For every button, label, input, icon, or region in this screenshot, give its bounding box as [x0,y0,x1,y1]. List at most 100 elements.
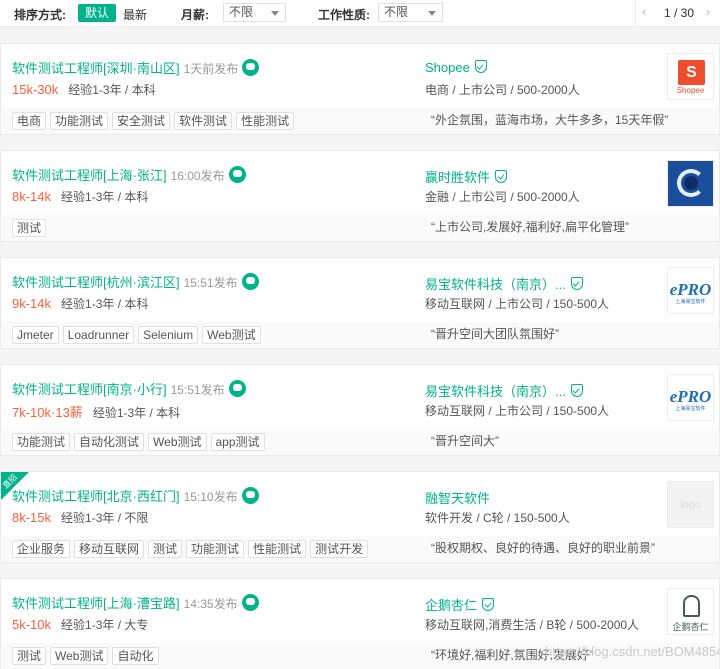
verified-shield-icon [482,598,495,612]
tag-list: 功能测试 自动化测试 Web测试 app测试 [12,433,269,451]
chat-icon[interactable] [241,487,259,505]
tag[interactable]: Web测试 [148,433,207,451]
tag[interactable]: 软件测试 [174,112,233,130]
tag[interactable]: Web测试 [50,647,109,665]
job-location[interactable]: [北京·西红门] [103,489,180,504]
tag[interactable]: Loadrunner [62,326,135,344]
job-title[interactable]: 软件测试工程师 [12,489,103,504]
job-title-row: 软件测试工程师[深圳·南山区] 1天前发布 [12,58,260,78]
salary-row: 9k-14k 经验1-3年 / 本科 [12,295,148,312]
job-card[interactable]: 软件测试工程师[深圳·南山区] 1天前发布 15k-30k 经验1-3年 / 本科 … [0,43,720,135]
job-location[interactable]: [上海·漕宝路] [103,596,180,611]
tag[interactable]: 电商 [12,112,47,130]
job-title-row: 软件测试工程师[上海·漕宝路] 14:35发布 [12,593,259,613]
logo-letter: S [686,64,697,81]
publish-time: 16:00发布 [170,169,225,183]
job-title[interactable]: 软件测试工程师 [12,61,103,76]
job-location[interactable]: [南京·小行] [103,382,167,397]
pager-text: 1 / 30 [664,6,695,20]
company-name[interactable]: Shopee [425,60,470,75]
tag[interactable]: 测试 [12,647,47,665]
tag[interactable]: Jmeter [12,326,59,344]
salary-select[interactable]: 不限 [223,3,286,22]
tag[interactable]: 自动化测试 [74,433,145,451]
jobtype-select[interactable]: 不限 [378,3,443,22]
sort-default-button[interactable]: 默认 [78,4,116,22]
tag[interactable]: 测试 [148,540,183,558]
company-name[interactable]: 融智天软件 [425,491,490,506]
chat-icon[interactable] [242,59,260,77]
job-card[interactable]: 直招 软件测试工程师[北京·西红门] 15:10发布 8k-15k 经验1-3年 /… [0,471,720,563]
pager-prev-icon[interactable]: ‹ [642,4,646,19]
company-logo[interactable]: ePRO 上海易宝软件 [667,374,714,421]
publish-time: 1天前发布 [183,62,239,76]
sort-latest-button[interactable]: 最新 [123,6,147,23]
company-logo[interactable]: S Shopee [667,53,714,100]
job-location[interactable]: [深圳·南山区] [103,61,180,76]
company-logo[interactable]: 企鹅杏仁 [667,588,714,635]
company-info: 移动互联网,消费生活 / B轮 / 500-2000人 [425,618,640,632]
tag-list: 测试 Web测试 自动化 [12,647,163,665]
company-name[interactable]: 易宝软件科技（南京）... [425,277,566,292]
logo-subtext: 上海易宝软件 [675,406,706,412]
tag[interactable]: 性能测试 [248,540,307,558]
logo-text: 企鹅杏仁 [672,622,709,632]
publish-time: 15:10发布 [183,490,238,504]
tag[interactable]: 安全测试 [112,112,171,130]
logo-subtext: 上海易宝软件 [675,299,706,305]
salary-row: 5k-10k 经验1-3年 / 大专 [12,616,148,633]
company-name[interactable]: 易宝软件科技（南京）... [425,384,566,399]
job-title[interactable]: 软件测试工程师 [12,382,103,397]
job-card[interactable]: 软件测试工程师[杭州·滨江区] 15:51发布 9k-14k 经验1-3年 / 本科… [0,257,720,349]
job-location[interactable]: [杭州·滨江区] [103,275,180,290]
salary: 9k-14k [12,296,52,311]
salary-row: 7k-10k·13薪 经验1-3年 / 本科 [12,402,180,421]
company-logo[interactable] [667,160,714,207]
tag[interactable]: 自动化 [112,647,159,665]
tag[interactable]: 功能测试 [186,540,245,558]
company-logo[interactable]: logo [667,481,714,528]
benefit: “股权期权、良好的待遇、良好的职业前景” [431,541,655,555]
tag[interactable]: 测试开发 [310,540,369,558]
job-card[interactable]: 软件测试工程师[南京·小行] 15:51发布 7k-10k·13薪 经验1-3年 /… [0,364,720,456]
tag[interactable]: 测试 [12,219,47,237]
tag[interactable]: app测试 [210,433,265,451]
logo-text: ePRO [669,280,712,299]
pager-next-icon[interactable]: › [706,4,710,19]
job-title[interactable]: 软件测试工程师 [12,596,103,611]
company-logo[interactable]: ePRO 上海易宝软件 [667,267,714,314]
publish-time: 15:51发布 [183,276,238,290]
benefit: “上市公司,发展好,福利好,扁平化管理” [431,220,629,234]
tag-list: 电商 功能测试 安全测试 软件测试 性能测试 [12,112,298,130]
job-title[interactable]: 软件测试工程师 [12,168,103,183]
job-title[interactable]: 软件测试工程师 [12,275,103,290]
verified-shield-icon [474,60,487,74]
job-title-row: 软件测试工程师[杭州·滨江区] 15:51发布 [12,272,259,292]
tag[interactable]: Selenium [138,326,199,344]
company-info: 金融 / 上市公司 / 500-2000人 [425,190,580,204]
tag[interactable]: 功能测试 [12,433,71,451]
requirement: 经验1-3年 / 大专 [61,618,149,632]
benefit: “外企氛围，蓝海市场，大牛多多，15天年假” [431,113,669,127]
job-card[interactable]: 软件测试工程师[上海·张江] 16:00发布 8k-14k 经验1-3年 / 本科 … [0,150,720,242]
tag[interactable]: Web测试 [202,326,261,344]
tag[interactable]: 移动互联网 [74,540,145,558]
publish-time: 15:51发布 [170,383,225,397]
company-name[interactable]: 企鹅杏仁 [425,598,477,613]
company-info: 移动互联网 / 上市公司 / 150-500人 [425,297,610,311]
company-row: 赢时胜软件 [425,167,508,186]
tag[interactable]: 性能测试 [236,112,295,130]
job-title-row: 软件测试工程师[南京·小行] 15:51发布 [12,379,246,399]
pager: ‹ 1 / 30 › [635,0,720,26]
tag[interactable]: 功能测试 [50,112,109,130]
tag-list: Jmeter Loadrunner Selenium Web测试 [12,326,265,344]
salary-row: 8k-14k 经验1-3年 / 本科 [12,188,148,205]
company-name[interactable]: 赢时胜软件 [425,170,490,185]
requirement: 经验1-3年 / 本科 [61,190,149,204]
chat-icon[interactable] [228,166,246,184]
chat-icon[interactable] [228,380,246,398]
tag[interactable]: 企业服务 [12,540,71,558]
job-location[interactable]: [上海·张江] [103,168,167,183]
chat-icon[interactable] [241,273,259,291]
chat-icon[interactable] [241,594,259,612]
